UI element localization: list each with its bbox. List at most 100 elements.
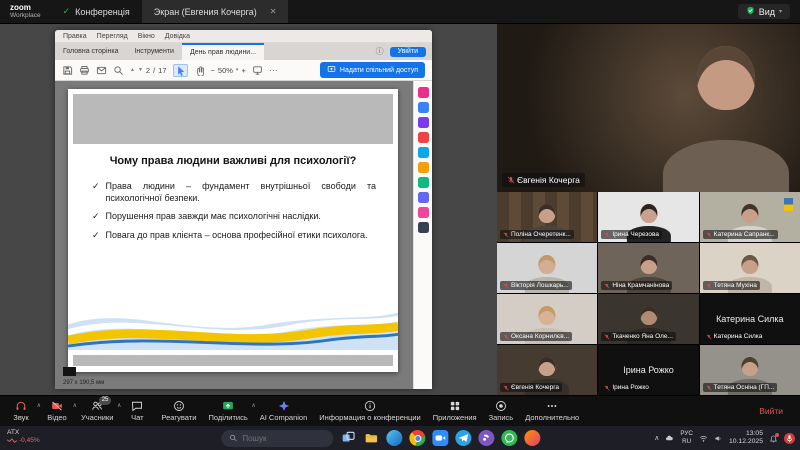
participant-tile[interactable]: Катерина Сапранк... xyxy=(700,192,800,242)
firefox-icon[interactable] xyxy=(524,430,540,446)
tab-document[interactable]: День прав людини... xyxy=(182,43,264,60)
speaker-icon[interactable] xyxy=(714,434,723,443)
search-icon[interactable] xyxy=(113,65,124,76)
zoom-app-icon[interactable] xyxy=(432,430,448,446)
cloud-icon[interactable] xyxy=(665,434,674,443)
participant-tile[interactable]: Тетяна Мухіна xyxy=(700,243,800,293)
export-tool-icon[interactable] xyxy=(418,177,429,188)
tray-chevron-icon[interactable]: ∧ xyxy=(654,434,659,442)
zoom-in-icon[interactable]: + xyxy=(241,66,245,75)
hand-tool-icon[interactable] xyxy=(194,65,205,76)
info-icon[interactable]: ⓘ xyxy=(372,46,388,57)
menu-view[interactable]: Перегляд xyxy=(97,33,128,40)
zoom-caret-icon[interactable]: ▾ xyxy=(236,67,239,73)
ai-companion-icon xyxy=(278,400,290,412)
zoom-level[interactable]: 50% xyxy=(218,66,233,75)
participant-tile[interactable]: Тетяна Осніна (ГП... xyxy=(700,345,800,395)
ai-companion-label: AI Companion xyxy=(260,413,308,422)
chat-button[interactable]: Чат xyxy=(125,400,149,422)
more-button[interactable]: Дополнительно xyxy=(525,400,579,422)
speaker-name-label: Євгенія Кочерга xyxy=(502,173,585,187)
taskbar-search[interactable] xyxy=(221,430,333,447)
clock-date: 10.12.2025 xyxy=(729,438,763,446)
taskbar-clock[interactable]: 13:05 10.12.2025 xyxy=(729,430,763,447)
participant-name: Ткаченко Яна Оле... xyxy=(612,333,673,340)
camera-muted-icon xyxy=(51,400,63,412)
close-icon[interactable]: ✕ xyxy=(270,7,277,16)
chevron-up-icon[interactable]: ∧ xyxy=(73,402,77,409)
participant-tile[interactable]: Поліна Очеретенк... xyxy=(497,192,597,242)
record-button[interactable]: Запись xyxy=(489,400,514,422)
video-button[interactable]: Відео ∧ xyxy=(45,400,69,422)
page-current[interactable]: 2 xyxy=(146,66,150,75)
participant-tile-video-off[interactable]: Катерина Силка Катерина Силка xyxy=(700,294,800,344)
stocks-widget[interactable]: ATX -0,45% xyxy=(7,429,40,445)
participant-tile[interactable]: Вікторія Лошкарь... xyxy=(497,243,597,293)
react-button[interactable]: Реагувати xyxy=(161,400,196,422)
tab-tools[interactable]: Інструменти xyxy=(126,46,181,57)
page-thumbnail[interactable] xyxy=(63,367,76,376)
compress-tool-icon[interactable] xyxy=(418,207,429,218)
meeting-info-button[interactable]: Информация о конференции xyxy=(319,400,420,422)
participant-tile-video-off[interactable]: Ірина Рожко Ірина Рожко xyxy=(598,345,698,395)
comment-tool-icon[interactable] xyxy=(418,87,429,98)
ai-companion-button[interactable]: AI Companion xyxy=(260,400,308,422)
search-input[interactable] xyxy=(242,434,326,443)
page-up-icon[interactable]: ▲ xyxy=(130,68,135,73)
telegram-icon[interactable] xyxy=(455,430,471,446)
mic-in-use-indicator[interactable] xyxy=(784,433,795,444)
participant-name-label: Ірина Рожко xyxy=(601,383,652,392)
participant-tile[interactable]: Ірина Черезова xyxy=(598,192,698,242)
notifications-bell-icon[interactable] xyxy=(769,434,778,443)
tab-screen-share[interactable]: Экран (Евгения Кочерга) ✕ xyxy=(142,0,289,23)
browser-chrome-icon[interactable] xyxy=(409,430,425,446)
select-tool-button[interactable] xyxy=(173,64,188,77)
view-button[interactable]: Вид ▾ xyxy=(738,4,790,19)
share-button[interactable]: Поділитись ∧ xyxy=(208,400,247,422)
browser-edge-icon[interactable] xyxy=(386,430,402,446)
menu-edit[interactable]: Правка xyxy=(63,33,87,40)
participant-tile[interactable]: Ткаченко Яна Оле... xyxy=(598,294,698,344)
audio-button[interactable]: Звук ∧ xyxy=(9,400,33,422)
wifi-icon[interactable] xyxy=(699,434,708,443)
participant-tile[interactable]: Оксана Корнилєв... xyxy=(497,294,597,344)
edit-tool-icon[interactable] xyxy=(418,132,429,143)
stamp-tool-icon[interactable] xyxy=(418,162,429,173)
menu-window[interactable]: Вікно xyxy=(138,33,155,40)
participant-tile[interactable]: Євгенія Кочерга xyxy=(497,345,597,395)
viber-icon[interactable] xyxy=(478,430,494,446)
tab-meeting-label: Конференція xyxy=(75,7,130,17)
more-dots-icon xyxy=(546,400,558,412)
menu-help[interactable]: Довідка xyxy=(165,33,190,40)
convert-tool-icon[interactable] xyxy=(418,147,429,158)
email-icon[interactable] xyxy=(96,65,107,76)
chevron-up-icon[interactable]: ∧ xyxy=(251,402,255,409)
participants-button[interactable]: 25 Учасники ∧ xyxy=(81,400,113,422)
more-tools-icon[interactable]: ⋯ xyxy=(269,65,278,76)
tab-home[interactable]: Головна сторінка xyxy=(55,46,126,57)
zoom-out-icon[interactable]: − xyxy=(211,66,215,75)
active-speaker-video[interactable]: Євгенія Кочерга xyxy=(497,24,800,192)
fill-sign-tool-icon[interactable] xyxy=(418,117,429,128)
file-explorer-icon[interactable] xyxy=(363,430,379,446)
language-switcher[interactable]: РУС RU xyxy=(680,430,693,446)
page-down-icon[interactable]: ▼ xyxy=(138,68,143,73)
sign-in-button[interactable]: Увійти xyxy=(390,47,426,57)
more-tool-icon[interactable] xyxy=(418,222,429,233)
organize-tool-icon[interactable] xyxy=(418,192,429,203)
chevron-up-icon[interactable]: ∧ xyxy=(37,402,41,409)
apps-button[interactable]: Приложения xyxy=(433,400,477,422)
participant-tile[interactable]: Ніна Крамчанінова xyxy=(598,243,698,293)
page-view-icon[interactable] xyxy=(252,65,263,76)
pdf-share-button[interactable]: Надати спільний доступ xyxy=(320,62,425,78)
leave-button[interactable]: Вийти xyxy=(751,402,791,420)
participant-name-label: Тетяна Осніна (ГП... xyxy=(703,383,778,392)
tab-meeting[interactable]: ✓ Конференція xyxy=(51,0,142,23)
task-view-icon[interactable] xyxy=(340,430,356,446)
whatsapp-icon[interactable] xyxy=(501,430,517,446)
chevron-up-icon[interactable]: ∧ xyxy=(117,402,121,409)
participant-name-label: Євгенія Кочерга xyxy=(500,383,562,392)
save-icon[interactable] xyxy=(62,65,73,76)
highlight-tool-icon[interactable] xyxy=(418,102,429,113)
print-icon[interactable] xyxy=(79,65,90,76)
